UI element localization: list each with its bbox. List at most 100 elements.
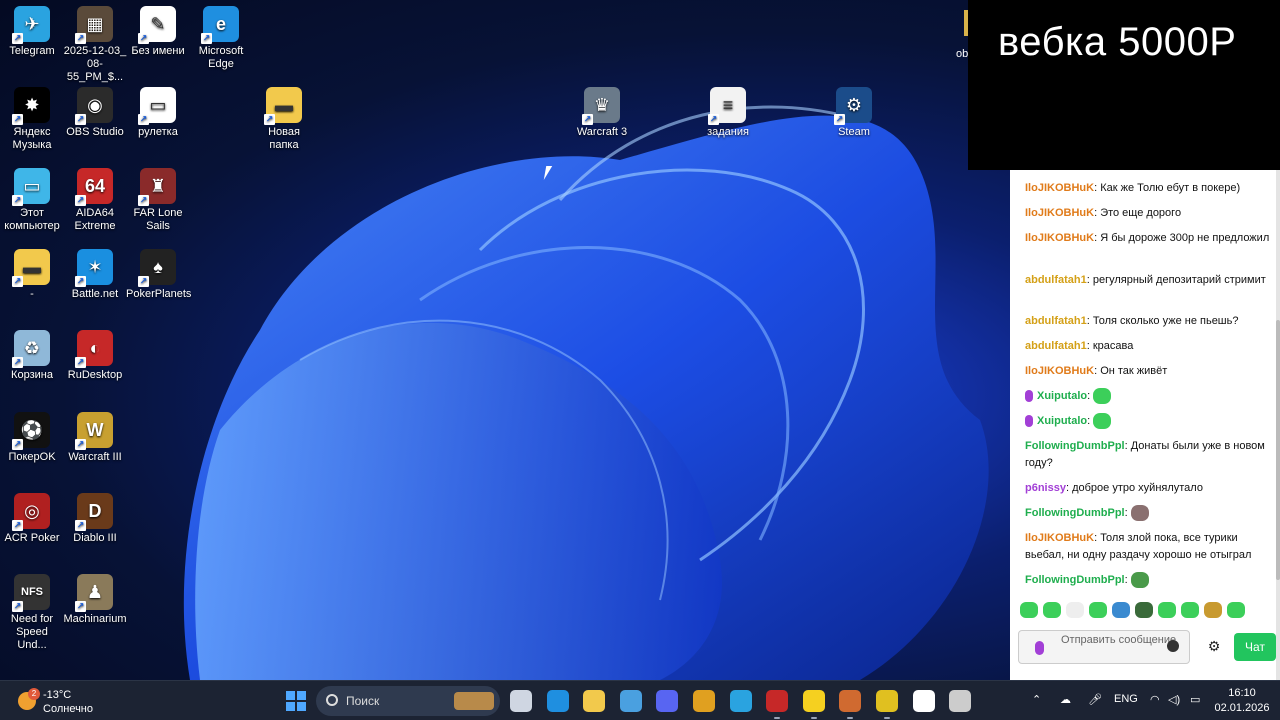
desktop-icon[interactable]: 64 ↗ AIDA64 Extreme [63,168,127,233]
desktop-icon[interactable]: ◐ ↗ RuDesktop [63,330,127,382]
emote-shortcut[interactable] [1158,602,1176,618]
desktop-icon[interactable]: ✸ ↗ Яндекс Музыка [0,87,64,152]
chat-username[interactable]: abdulfatah1 [1025,340,1087,352]
cortana-icon[interactable] [619,690,642,712]
folder-icon: ▬ ↗ [264,87,302,125]
emote-shortcut[interactable] [1089,602,1107,618]
chat-username[interactable]: FollowingDumbPpl [1025,574,1125,586]
chat-message: FollowingDumbPpl: [1025,505,1270,522]
taskbar-search[interactable]: Поиск [316,686,500,716]
chat-username[interactable]: Xuiputalo [1037,390,1087,402]
desktop-icon[interactable]: ♟ ↗ Machinarium [63,574,127,626]
battlenet-icon: ✶ ↗ [75,249,113,287]
warcraft3-icon: ♛ ↗ [582,87,620,125]
chat-username[interactable]: IloJIKOBHuK [1025,207,1094,219]
chat-username[interactable]: FollowingDumbPpl [1025,507,1125,519]
battery-icon[interactable]: ▭ [1190,693,1200,706]
desktop-icon[interactable]: ✶ ↗ Battle.net [63,249,127,301]
emote-shortcut[interactable] [1066,602,1084,618]
microphone-icon[interactable] [1035,641,1044,655]
task-view-icon[interactable] [510,690,532,712]
wifi-icon[interactable]: ◠ [1150,693,1160,706]
desktop-icon[interactable]: ♠ ↗ PokerPlanets [126,249,191,301]
desktop-icon[interactable]: ♻ ↗ Корзина [0,330,64,382]
microphone-tray-icon[interactable]: 🎤︎ [1088,693,1102,706]
chat-send-button[interactable]: Чат [1234,633,1276,661]
chat-username[interactable]: p6nissy [1025,482,1066,494]
desktop-icon-label: Без имени [131,45,185,57]
chat-message: abdulfatah1: Толя сколько уже не пьешь? [1025,315,1239,327]
chat-message-text: регулярный депозитарий стримит [1092,274,1266,286]
cloud-icon[interactable]: ☁ [1060,693,1071,706]
emoji-icon[interactable] [1167,640,1179,652]
emote-shortcut[interactable] [1181,602,1199,618]
pokerok-icon[interactable] [912,690,935,712]
desktop-icon[interactable]: ♛ ↗ Warcraft 3 [570,87,634,139]
shortcut-arrow-icon: ↗ [834,114,845,125]
desktop-icon[interactable]: e ↗ Microsoft Edge [189,6,253,71]
chat-username[interactable]: IloJIKOBHuK [1025,532,1094,544]
chat-input[interactable]: Отправить сообщение [1018,630,1190,664]
chat-username[interactable]: FollowingDumbPpl [1025,440,1125,452]
language-indicator[interactable]: ENG [1114,693,1138,705]
weather-temperature: -13°C [43,689,72,701]
desktop-icon[interactable]: ✈ ↗ Telegram [0,6,64,58]
obs-icon[interactable] [949,690,972,712]
poker-app-icon[interactable] [839,690,862,712]
emote-shortcut[interactable] [1112,602,1130,618]
shortcut-arrow-icon: ↗ [75,439,86,450]
chat-username[interactable]: IloJIKOBHuK [1025,182,1094,194]
microphone-badge-icon [1025,415,1033,428]
chat-scrollbar-thumb[interactable] [1276,320,1280,580]
file-explorer-icon[interactable] [583,690,606,712]
chevron-up-icon[interactable]: ⌃ [1032,693,1041,706]
far-lone-sails-icon: ♜ ↗ [138,168,176,206]
desktop-icon[interactable]: ♜ ↗ FAR Lone Sails [126,168,190,233]
chat-scrollbar[interactable] [1276,170,1280,680]
desktop-icon[interactable]: D ↗ Diablo III [63,493,127,545]
chrome-icon[interactable] [693,690,715,712]
emote-shortcut[interactable] [1204,602,1222,618]
chat-message: IloJIKOBHuK: Я бы дороже 300р не предлож… [1025,232,1270,244]
gear-icon[interactable]: ⚙ [1206,638,1222,654]
desktop-icon[interactable]: ◉ ↗ OBS Studio [63,87,127,139]
desktop-icon[interactable]: ◎ ↗ ACR Poker [0,493,64,545]
desktop-icon-label: рулетка [138,126,178,138]
desktop-icon-label: ACR Poker [4,532,60,544]
chat-username[interactable]: IloJIKOBHuK [1025,232,1094,244]
roulette-file-icon: ▭ ↗ [138,87,176,125]
desktop-icon[interactable]: ▭ ↗ Этот компьютер [0,168,64,233]
desktop-icon[interactable]: ≡ ↗ задания [696,87,760,139]
desktop-icon[interactable]: W ↗ Warcraft III [63,412,127,464]
desktop-icon[interactable]: ⚽ ↗ ПокерOK [0,412,64,464]
chat-username[interactable]: abdulfatah1 [1025,274,1087,286]
desktop-icon[interactable]: ▬ ↗ Новая папка [252,87,316,152]
start-button[interactable] [286,691,306,711]
emote-shortcut[interactable] [1020,602,1038,618]
emote-shortcut[interactable] [1135,602,1153,618]
desktop-icon[interactable]: NFS ↗ Need for Speed Und... [0,574,64,652]
desktop-icon[interactable]: ▦ ↗ 2025-12-03_ 08-55_PM_$... [63,6,127,84]
edge-icon[interactable] [546,690,569,712]
chat-username[interactable]: IloJIKOBHuK [1025,365,1094,377]
discord-icon[interactable] [656,690,679,712]
desktop-icon[interactable]: ✎ ↗ Без имени [126,6,190,58]
emote-shortcut[interactable] [1043,602,1061,618]
taskbar-clock[interactable]: 16:10 02.01.2026 [1214,686,1270,716]
aida-tray-icon[interactable] [876,690,898,712]
telegram-icon[interactable] [729,690,752,712]
emote-shortcut[interactable] [1227,602,1245,618]
desktop-icon-label: Корзина [11,369,53,381]
desktop-icon[interactable]: ▬ ↗ - [0,249,64,301]
yandex-music-icon[interactable] [802,690,825,712]
shortcut-arrow-icon: ↗ [75,520,86,531]
chat-message-text: Это еще дорого [1100,207,1182,219]
desktop-icon[interactable]: ⚙ ↗ Steam [822,87,886,139]
chat-username[interactable]: Xuiputalo [1037,415,1087,427]
rudesktop-icon[interactable] [766,690,789,712]
chat-username[interactable]: abdulfatah1 [1025,315,1087,327]
volume-icon[interactable]: ◁) [1168,693,1180,706]
desktop-icon[interactable]: ▭ ↗ рулетка [126,87,190,139]
chat-message: p6nissy: доброе утро хуйнялутало [1025,482,1203,494]
weather-widget[interactable]: 2 -13°C Солнечно [14,686,114,716]
